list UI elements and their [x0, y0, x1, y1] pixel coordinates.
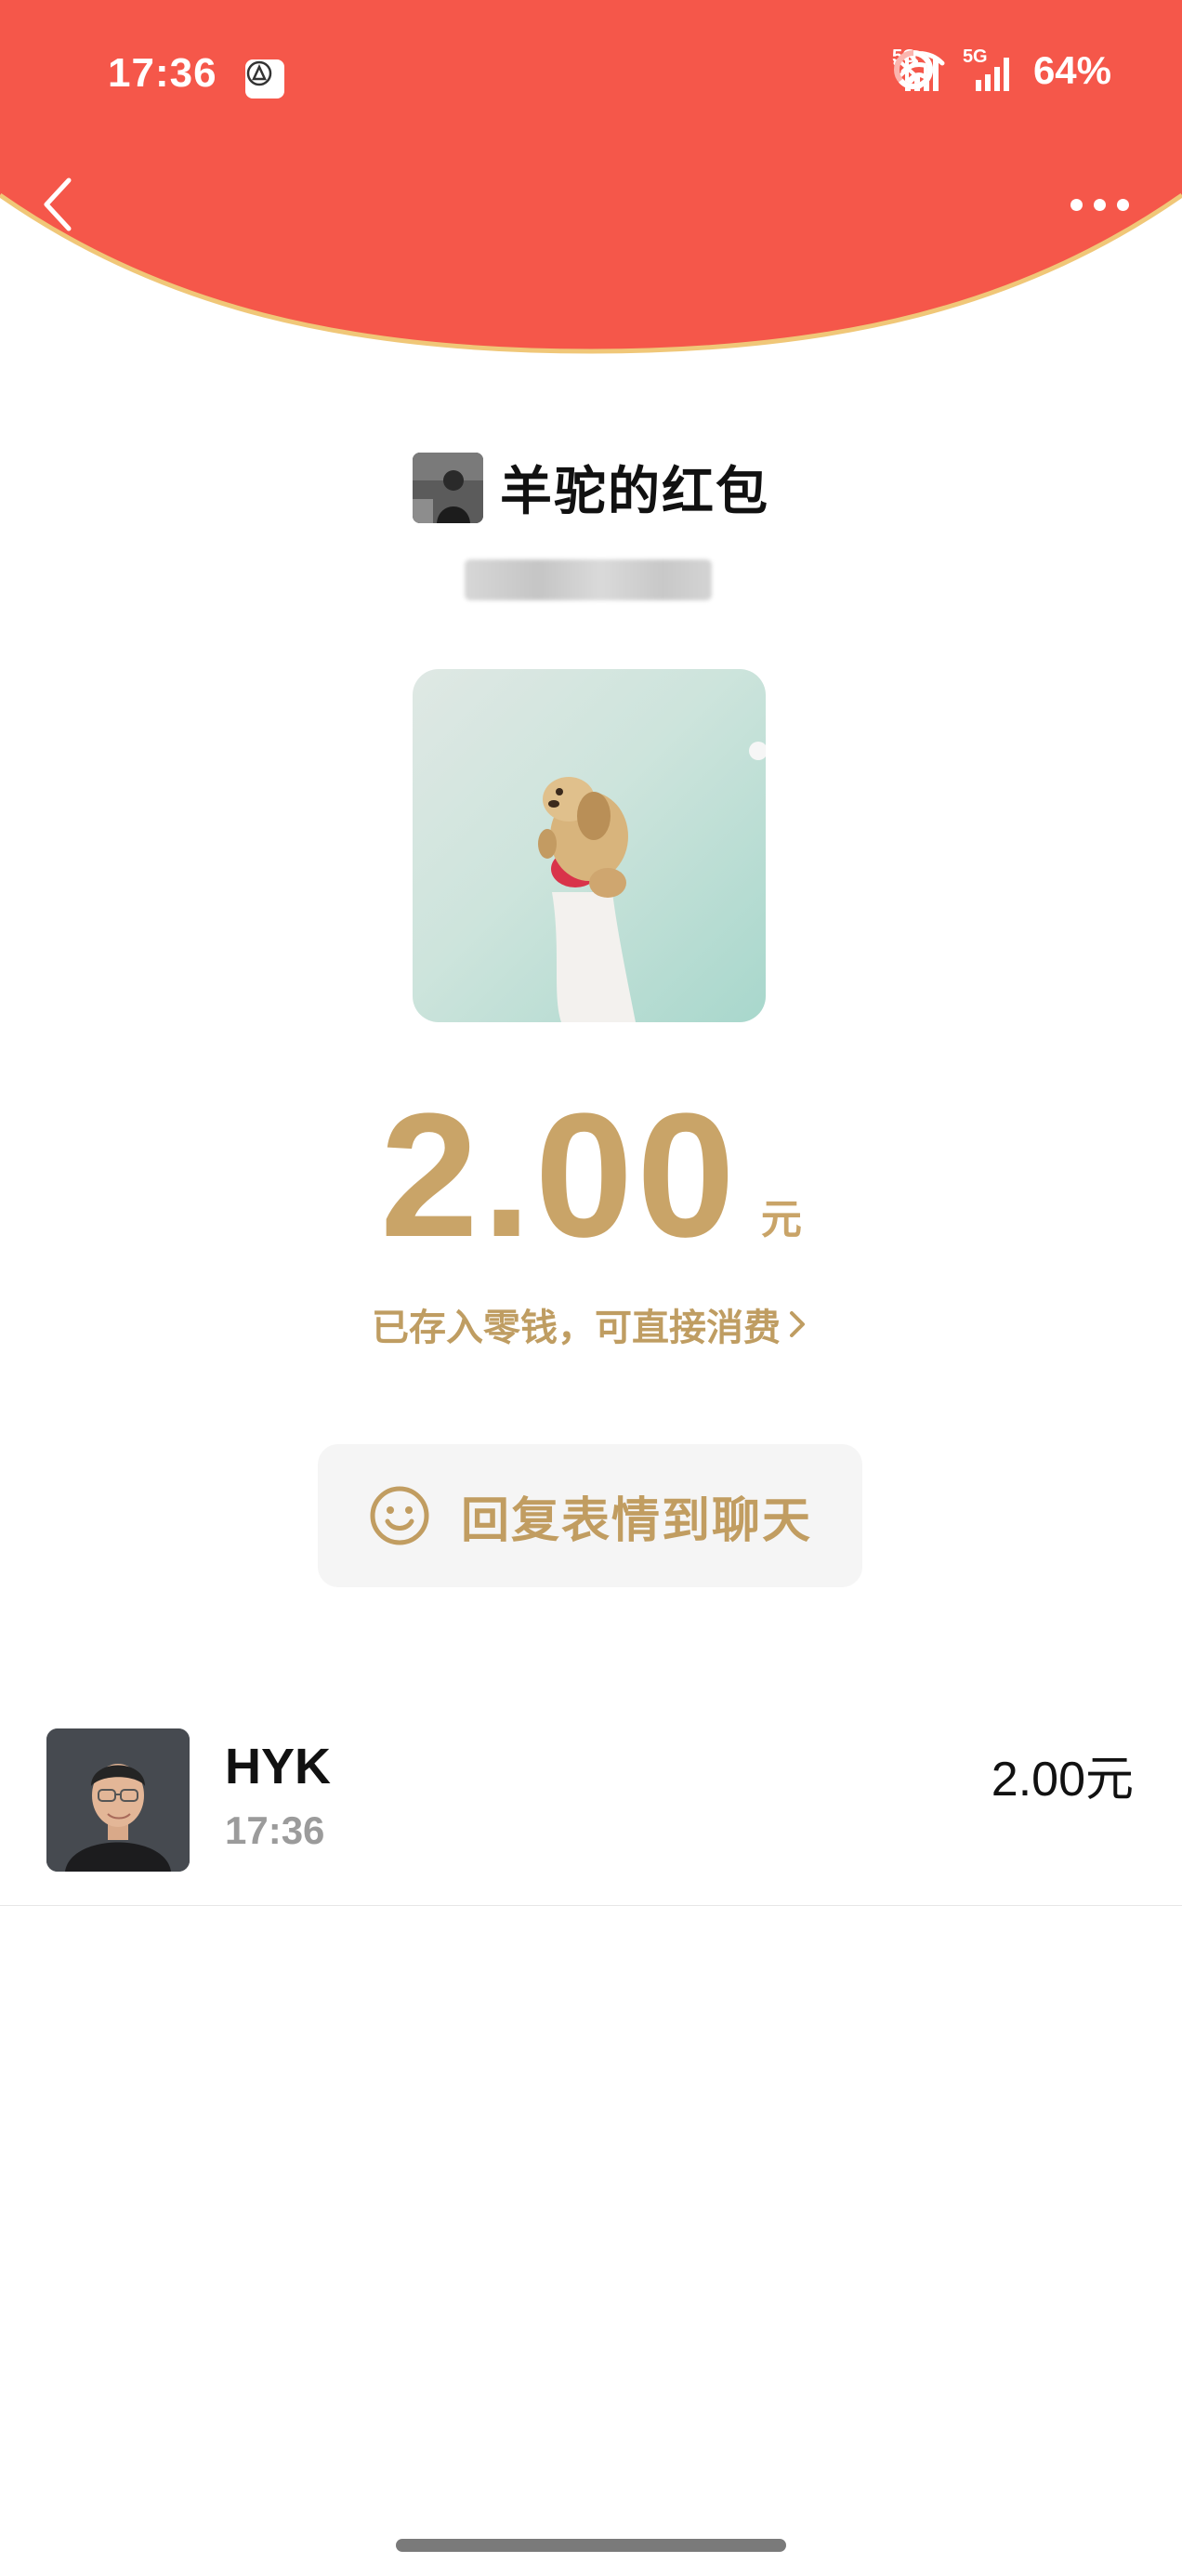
chevron-left-icon: [44, 177, 72, 231]
packet-title-row: 羊驼的红包: [0, 450, 1182, 525]
amount-unit: 元: [760, 1196, 802, 1243]
reply-sticker-button[interactable]: 回复表情到聊天: [318, 1444, 862, 1587]
smiley-icon: [370, 1486, 429, 1545]
battery-percent: 64%: [1032, 48, 1111, 92]
more-button[interactable]: [1057, 186, 1141, 223]
chevron-right-icon: [790, 1311, 805, 1337]
more-dot-icon: [1116, 198, 1129, 211]
header: 17:36 5G 5G 64%: [0, 0, 1182, 390]
wallet-link-text: 已存入零钱，可直接消费: [372, 1307, 781, 1349]
wallet-link[interactable]: 已存入零钱，可直接消费: [0, 1297, 1182, 1351]
receiver-amount: 2.00元: [991, 1753, 1134, 1807]
packet-amount: 2.00: [380, 1077, 739, 1274]
more-dot-icon: [1070, 198, 1083, 211]
more-dot-icon: [1093, 198, 1106, 211]
avatar[interactable]: [46, 1728, 190, 1872]
app-notification-icon: [245, 59, 284, 99]
signal-bars-icon: [975, 58, 1009, 91]
status-icons: 5G 5G 64%: [892, 46, 1111, 93]
amount-row: 2.00 元: [0, 1087, 1182, 1264]
receiver-time: 17:36: [225, 1808, 325, 1852]
signal-5g-2: 5G: [963, 46, 1017, 91]
blurred-message: [465, 559, 712, 600]
packet-title: 羊驼的红包: [500, 462, 769, 522]
receiver-row[interactable]: HYK 17:36 2.00元: [0, 1710, 1182, 1906]
back-button[interactable]: [32, 167, 87, 242]
sender-avatar[interactable]: [413, 452, 483, 523]
battery-ring-icon: [893, 50, 933, 89]
status-time: 17:36: [108, 50, 217, 96]
reply-sticker-label: 回复表情到聊天: [460, 1492, 812, 1549]
receiver-name: HYK: [225, 1739, 332, 1794]
home-indicator[interactable]: [396, 2539, 786, 2552]
packet-cover-image: [413, 669, 766, 1022]
